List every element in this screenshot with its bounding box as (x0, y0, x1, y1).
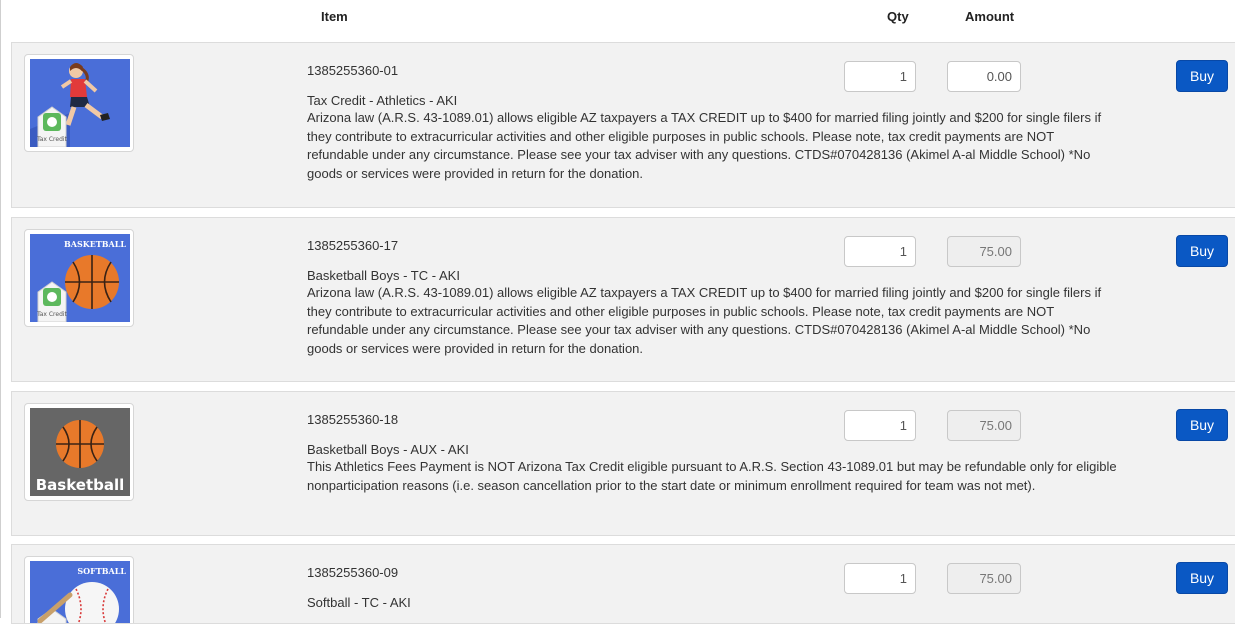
amount-input[interactable] (947, 61, 1021, 92)
quantity-input[interactable] (844, 61, 916, 92)
quantity-input[interactable] (844, 563, 916, 594)
amount-display (947, 563, 1021, 594)
product-sku: 1385255360-17 (307, 238, 399, 253)
product-title: Basketball Boys - TC - AKI (307, 268, 460, 283)
product-thumbnail[interactable]: SOFTBALL (24, 556, 134, 623)
product-row: Basketball 1385255360-18 Basketball Boys… (11, 391, 1235, 536)
page-left-border (0, 0, 1, 618)
product-title: Softball - TC - AKI (307, 595, 411, 610)
svg-text:SOFTBALL: SOFTBALL (77, 566, 126, 576)
softball-tax-credit-icon: SOFTBALL (30, 561, 130, 623)
amount-display (947, 236, 1021, 267)
amount-display (947, 410, 1021, 441)
basketball-tax-credit-icon: BASKETBALL Tax Credit (30, 234, 130, 322)
product-description: Arizona law (A.R.S. 43-1089.01) allows e… (307, 285, 1102, 356)
product-row: Tax Credit 1385255360-01 Tax Credit - At… (11, 42, 1235, 208)
quantity-input[interactable] (844, 410, 916, 441)
product-description: Arizona law (A.R.S. 43-1089.01) allows e… (307, 110, 1102, 181)
product-row: BASKETBALL Tax Credit 1385255360-17 Bask… (11, 217, 1235, 382)
column-header-item: Item (321, 9, 348, 24)
table-header: Item Qty Amount (0, 0, 1235, 42)
runner-tax-credit-icon: Tax Credit (30, 59, 130, 147)
product-thumbnail[interactable]: Basketball (24, 403, 134, 501)
product-sku: 1385255360-09 (307, 565, 399, 580)
product-sku: 1385255360-01 (307, 63, 399, 78)
svg-text:Basketball: Basketball (36, 476, 125, 494)
basketball-icon: Basketball (30, 408, 130, 496)
svg-text:BASKETBALL: BASKETBALL (64, 239, 126, 249)
column-header-amount: Amount (965, 9, 1015, 24)
buy-button[interactable]: Buy (1176, 235, 1228, 267)
svg-text:Tax Credit: Tax Credit (36, 311, 67, 318)
column-header-qty: Qty (887, 9, 909, 24)
product-title: Basketball Boys - AUX - AKI (307, 442, 469, 457)
quantity-input[interactable] (844, 236, 916, 267)
product-title: Tax Credit - Athletics - AKI (307, 93, 458, 108)
buy-button[interactable]: Buy (1176, 409, 1228, 441)
product-row: SOFTBALL 1385255360-09 Softball - TC - A… (11, 544, 1235, 624)
svg-text:Tax Credit: Tax Credit (36, 136, 67, 143)
product-sku: 1385255360-18 (307, 412, 399, 427)
buy-button[interactable]: Buy (1176, 60, 1228, 92)
product-description: This Athletics Fees Payment is NOT Arizo… (307, 459, 1117, 493)
buy-button[interactable]: Buy (1176, 562, 1228, 594)
product-thumbnail[interactable]: Tax Credit (24, 54, 134, 152)
product-thumbnail[interactable]: BASKETBALL Tax Credit (24, 229, 134, 327)
